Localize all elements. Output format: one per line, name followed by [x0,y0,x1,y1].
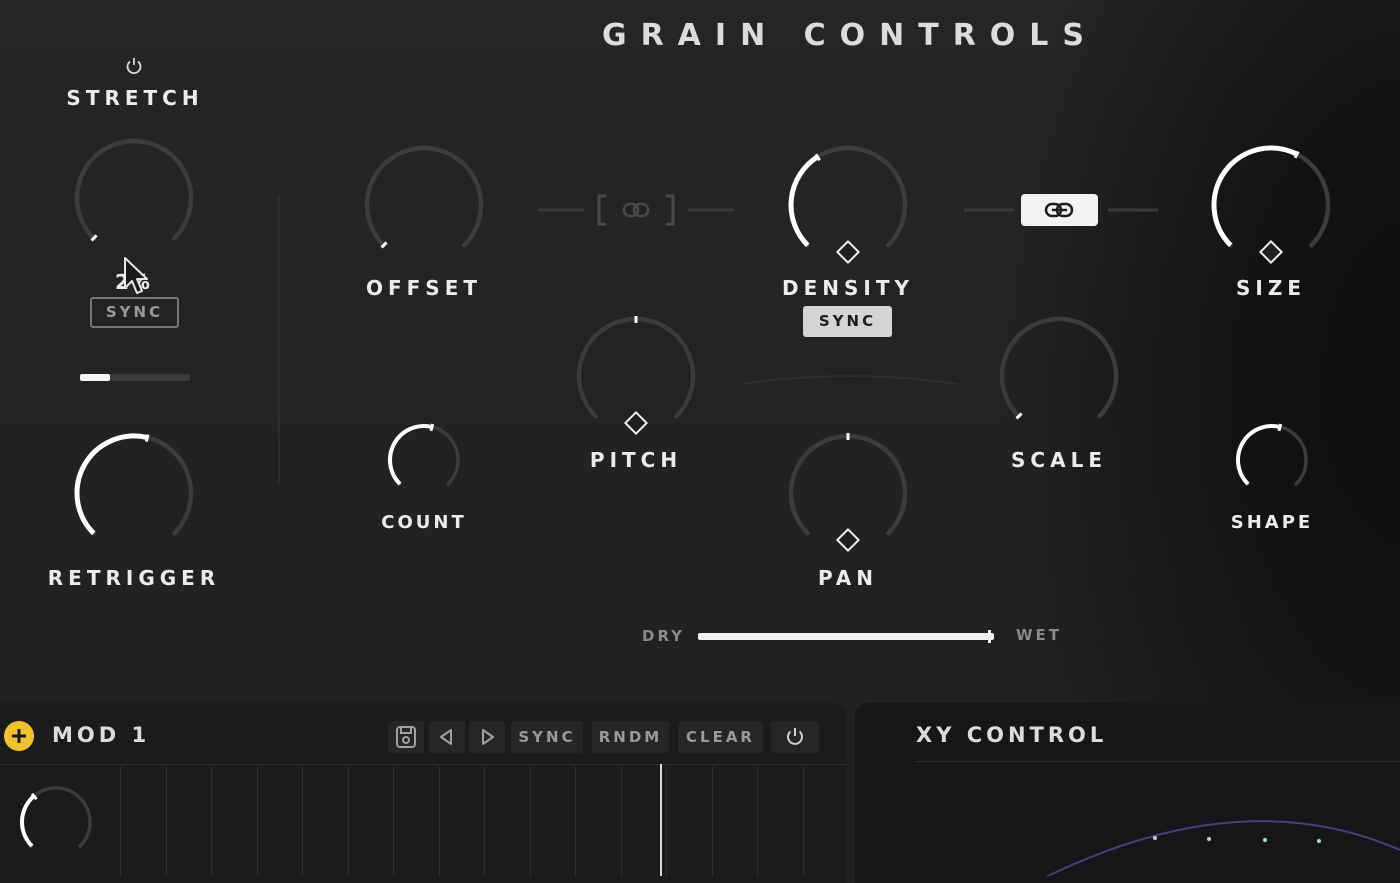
count-knob-indicator [429,423,435,432]
retrigger-knob[interactable] [57,416,211,570]
offset-knob[interactable] [347,128,501,282]
mod-grid-line [211,766,212,876]
density-knob[interactable] [771,128,925,282]
mod-grid-line [120,766,121,876]
mod-grid-line [393,766,394,876]
stretch-label: STRETCH [66,86,204,110]
link-line-left [964,208,1014,212]
save-icon [396,726,416,748]
xy-title: XY CONTROL [916,723,1108,747]
mod-grid-line [757,766,758,876]
mod-grid-line [256,766,258,876]
next-icon [482,729,494,745]
prev-icon [440,729,452,745]
density-knob-value-arc [788,154,819,248]
page-title: GRAIN CONTROLS [601,18,1099,53]
section-divider [278,195,280,485]
mod-grid-line [802,766,804,876]
unlinked-link-icon[interactable] [538,192,734,228]
retrigger-knob-indicator [144,434,150,442]
pitch-mod-diamond-icon [623,410,649,436]
mod-grid-line [438,766,440,876]
pitch-knob-track [576,316,696,419]
link-icon [1044,202,1074,218]
mod-grid-line [620,766,622,876]
link-line-right [1108,208,1158,212]
mod-grid-line [165,766,167,876]
offset-label: OFFSET [365,276,483,300]
mod-power-button[interactable] [771,721,819,753]
size-mod-diamond-icon [1258,239,1284,265]
xy-pad[interactable] [1000,790,1400,876]
pan-mod-diamond-icon [835,527,861,553]
mod-grid-line [302,766,303,876]
power-icon[interactable] [124,56,144,76]
power-icon [787,728,803,745]
mod-header-separator [0,764,847,765]
pan-label: PAN [817,566,879,590]
wet-label: WET [1016,626,1063,644]
stretch-knob-track [74,138,194,241]
mod-grid-line [711,766,713,876]
shape-knob[interactable] [1218,406,1326,514]
mod-grid-line [529,766,531,876]
offset-knob-track [364,145,484,248]
density-label: DENSITY [782,276,914,300]
mouse-cursor-icon [124,257,148,294]
density-mod-diamond-icon [835,239,861,265]
pan-knob[interactable] [771,416,925,570]
dry-wet-handle[interactable] [988,630,991,643]
prev-button[interactable] [429,721,465,753]
clear-button[interactable]: CLEAR [678,721,763,753]
scale-knob[interactable] [982,299,1136,453]
mod-sync-button[interactable]: SYNC [511,721,583,753]
size-knob[interactable] [1194,128,1348,282]
stretch-knob[interactable] [57,121,211,275]
count-knob-value-arc [388,424,433,486]
next-button[interactable] [469,721,505,753]
rndm-button[interactable]: RNDM [592,721,669,753]
mod-depth-knob-value-arc [20,794,36,848]
link-toggle-button[interactable] [1021,194,1098,226]
mod-grid-line [484,766,485,876]
save-button[interactable] [388,721,424,753]
stretch-sync-button[interactable]: SYNC [90,297,179,328]
count-label: COUNT [381,512,467,533]
xy-header-separator [915,761,1400,762]
pitch-label: PITCH [589,448,683,472]
scale-knob-track [999,316,1119,419]
mod-grid-line [575,766,576,876]
pitch-scale-connector [741,375,959,385]
density-sync-button[interactable]: SYNC [803,306,892,337]
mod-grid-line [347,766,349,876]
stretch-slider-fill [80,374,110,381]
shape-knob-value-arc [1236,424,1281,486]
shape-label: SHAPE [1230,512,1314,533]
mod-grid-line [666,766,667,876]
mod-depth-knob[interactable] [2,768,110,876]
retrigger-label: RETRIGGER [47,566,221,590]
retrigger-knob-value-arc [74,433,148,536]
size-label: SIZE [1235,276,1307,300]
add-icon[interactable] [3,720,35,752]
scale-label: SCALE [1011,448,1107,472]
size-knob-value-arc [1211,145,1299,248]
shape-knob-indicator [1277,423,1283,432]
dry-label: DRY [642,627,686,645]
mod-playhead[interactable] [660,764,662,876]
pitch-knob[interactable] [559,299,713,453]
pan-knob-track [788,433,908,536]
mod-title: MOD 1 [52,723,151,747]
dry-wet-slider[interactable] [698,633,994,640]
count-knob[interactable] [370,406,478,514]
